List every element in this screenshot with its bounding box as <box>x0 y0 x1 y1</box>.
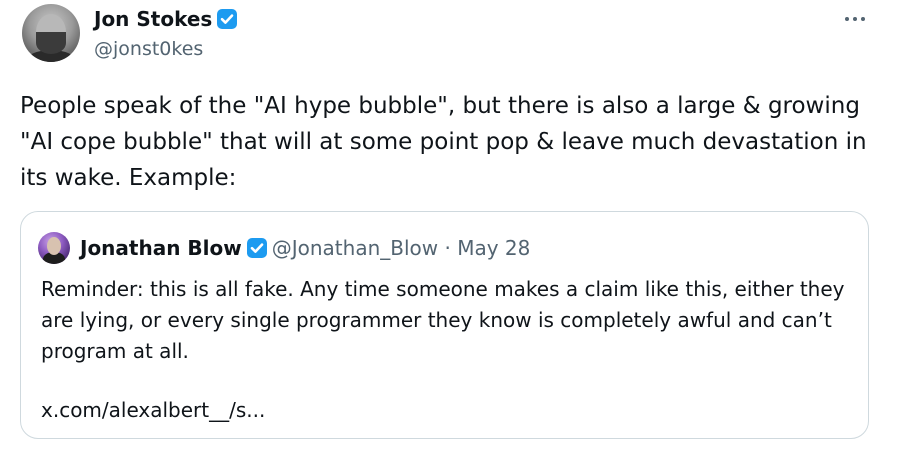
quoted-tweet-link[interactable]: x.com/alexalbert__/s... <box>41 396 265 424</box>
more-dot <box>853 17 857 21</box>
more-dot <box>861 17 865 21</box>
tweet: Jon Stokes @jonst0kes People speak of th… <box>0 0 905 459</box>
quoted-author-name[interactable]: Jonathan Blow <box>80 236 242 260</box>
separator-dot: · <box>444 236 451 260</box>
quoted-author-handle: @Jonathan_Blow <box>271 236 439 260</box>
verified-badge-icon[interactable] <box>216 8 238 30</box>
quoted-tweet[interactable]: Jonathan Blow @Jonathan_Blow · May 28 Rem… <box>20 211 869 439</box>
author-avatar[interactable] <box>22 4 80 62</box>
avatar-beard <box>36 32 66 54</box>
quoted-tweet-header: Jonathan Blow @Jonathan_Blow · May 28 <box>80 234 530 262</box>
quoted-tweet-text: Reminder: this is all fake. Any time som… <box>41 277 845 363</box>
tweet-text: People speak of the "AI hype bubble", bu… <box>20 93 867 191</box>
avatar-face <box>47 237 61 255</box>
more-dot <box>845 17 849 21</box>
verified-badge-icon <box>246 237 268 259</box>
quoted-tweet-date[interactable]: May 28 <box>457 236 530 260</box>
author-handle[interactable]: @jonst0kes <box>94 37 203 61</box>
more-options-icon[interactable] <box>840 8 870 30</box>
author-display-name[interactable]: Jon Stokes <box>94 7 212 31</box>
quoted-author-avatar[interactable] <box>38 232 70 264</box>
author-name-row: Jon Stokes <box>94 6 238 32</box>
